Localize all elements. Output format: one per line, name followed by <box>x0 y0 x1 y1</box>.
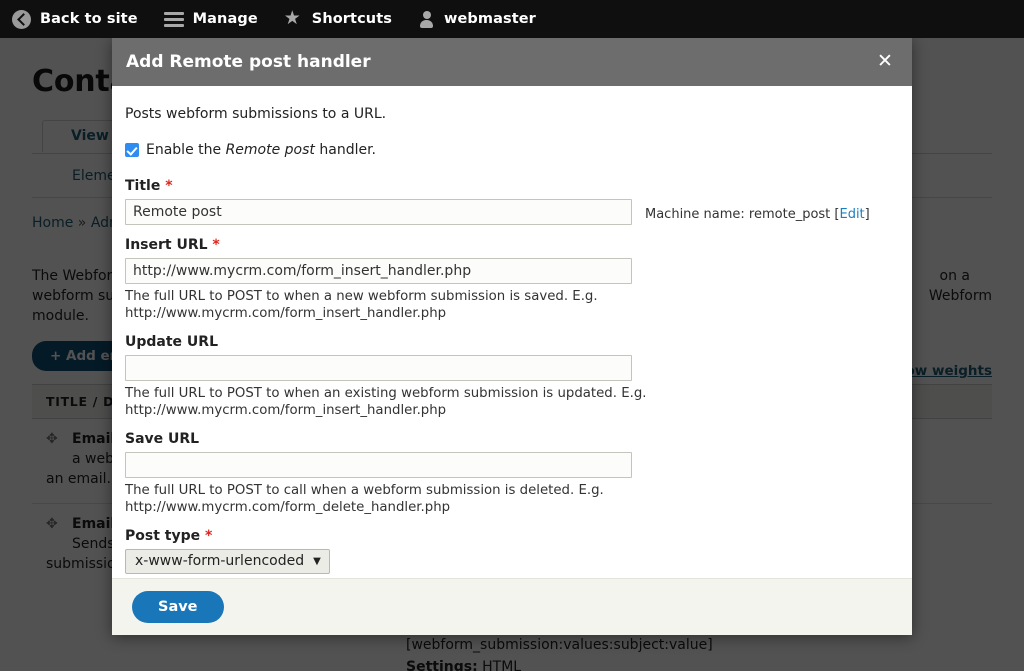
machine-name-suffix: ] <box>864 207 870 222</box>
update-url-description: The full URL to POST to when an existing… <box>125 386 647 418</box>
label-text: Insert URL <box>125 237 208 253</box>
required-marker: * <box>212 237 220 253</box>
enable-handler-checkbox[interactable] <box>125 143 139 157</box>
dialog-title: Add Remote post handler <box>126 52 371 72</box>
chevron-down-icon: ▼ <box>313 555 321 567</box>
hamburger-icon <box>163 11 184 27</box>
field-post-type: Post type * x-www-form-urlencoded ▼ Use … <box>125 528 899 578</box>
field-save-url-label: Save URL <box>125 431 899 447</box>
field-insert-url-label: Insert URL * <box>125 237 899 253</box>
post-type-select[interactable]: x-www-form-urlencoded ▼ <box>125 549 330 574</box>
label-text: Update URL <box>125 334 218 350</box>
title-input[interactable] <box>125 199 632 225</box>
add-remote-post-handler-dialog: Add Remote post handler ✕ Posts webform … <box>112 38 912 635</box>
machine-name-edit-link[interactable]: Edit <box>839 207 864 222</box>
toolbar-label: webmaster <box>443 11 536 27</box>
toolbar-label: Back to site <box>40 11 138 27</box>
admin-toolbar: Back to site Manage ★ Shortcuts webmaste… <box>0 0 1024 38</box>
field-insert-url: Insert URL * The full URL to POST to whe… <box>125 237 899 322</box>
toolbar-label: Shortcuts <box>311 11 392 27</box>
update-url-input[interactable] <box>125 355 632 381</box>
enable-suffix: handler. <box>314 142 377 158</box>
toolbar-item-back-to-site[interactable]: Back to site <box>0 0 152 38</box>
save-url-input[interactable] <box>125 452 632 478</box>
machine-name-text: Machine name: remote_post [Edit] <box>645 207 870 222</box>
toolbar-item-shortcuts[interactable]: ★ Shortcuts <box>272 0 406 38</box>
insert-url-description: The full URL to POST to when a new webfo… <box>125 289 598 321</box>
field-title: Title * Machine name: remote_post [Edit] <box>125 178 899 225</box>
enable-handler-label: Enable the Remote post handler. <box>146 142 376 158</box>
dialog-body: Posts webform submissions to a URL. Enab… <box>112 86 912 578</box>
field-save-url: Save URL The full URL to POST to call wh… <box>125 431 899 516</box>
field-update-url: Update URL The full URL to POST to when … <box>125 334 899 419</box>
label-text: Save URL <box>125 431 200 447</box>
toolbar-label: Manage <box>192 11 258 27</box>
close-icon[interactable]: ✕ <box>872 49 898 75</box>
enable-emphasis: Remote post <box>225 142 315 158</box>
dialog-intro-text: Posts webform submissions to a URL. <box>125 106 387 122</box>
user-icon <box>418 10 435 28</box>
label-text: Post type <box>125 528 201 544</box>
back-circle-icon <box>12 9 31 29</box>
post-type-selected-value: x-www-form-urlencoded <box>135 553 305 569</box>
save-button[interactable]: Save <box>132 591 224 623</box>
label-text: Title <box>125 178 161 194</box>
save-url-description: The full URL to POST to call when a webf… <box>125 483 604 515</box>
field-update-url-label: Update URL <box>125 334 899 350</box>
toolbar-item-user-account[interactable]: webmaster <box>406 0 550 38</box>
machine-name-prefix: Machine name: remote_post [ <box>645 207 840 222</box>
star-icon: ★ <box>283 7 301 29</box>
field-post-type-label: Post type * <box>125 528 899 544</box>
enable-prefix: Enable the <box>146 142 226 158</box>
dialog-header: Add Remote post handler ✕ <box>112 38 912 86</box>
enable-handler-row[interactable]: Enable the Remote post handler. <box>125 142 899 158</box>
toolbar-item-manage[interactable]: Manage <box>152 0 272 38</box>
required-marker: * <box>205 528 213 544</box>
dialog-footer: Save <box>112 578 912 635</box>
field-title-label: Title * <box>125 178 899 194</box>
insert-url-input[interactable] <box>125 258 632 284</box>
required-marker: * <box>165 178 173 194</box>
